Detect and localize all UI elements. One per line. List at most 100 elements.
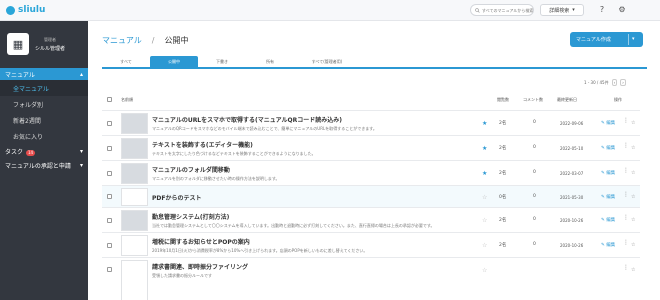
user-profile[interactable]: ▦ 管理者 シルル管理者 xyxy=(0,21,88,55)
star-outline-icon[interactable]: ☆ xyxy=(482,194,487,201)
star-outline-icon[interactable]: ☆ xyxy=(482,217,487,224)
column-views[interactable]: 閲覧数 xyxy=(497,97,509,103)
star-icon[interactable]: ★ xyxy=(482,170,487,177)
row-views: 2名 xyxy=(499,121,507,126)
row-title[interactable]: 増税に関するお知らせとPOPの案内 xyxy=(152,237,432,246)
sidebar-item-favorites[interactable]: お気に入り xyxy=(0,128,88,144)
row-checkbox[interactable] xyxy=(107,243,112,248)
more-icon[interactable]: ⋮ xyxy=(623,239,629,246)
pin-icon[interactable]: ☆ xyxy=(631,194,635,200)
row-views: 2名 xyxy=(499,146,507,151)
sidebar-item-new-2-weeks[interactable]: 新着2週間 xyxy=(0,112,88,128)
logo-icon xyxy=(6,5,15,15)
star-icon[interactable]: ★ xyxy=(482,120,487,127)
pin-icon[interactable]: ☆ xyxy=(631,267,635,273)
tab-label: 下書き xyxy=(216,58,228,64)
sidebar-item-label: お気に入り xyxy=(13,133,44,141)
edit-button[interactable]: ✎ 編集 xyxy=(601,120,615,126)
more-icon[interactable]: ⋮ xyxy=(623,117,629,124)
pin-icon[interactable]: ☆ xyxy=(631,120,635,126)
tab-all-admin[interactable]: すべて(管理者用) xyxy=(294,56,360,67)
sidebar-section-task[interactable]: タスク 14 ▾ xyxy=(0,144,88,158)
sidebar-section-approval[interactable]: マニュアルの承認と申請 ▾ xyxy=(0,158,88,172)
row-date: 2022-03-07 xyxy=(560,171,584,176)
pin-icon[interactable]: ☆ xyxy=(631,170,635,176)
prev-page-button[interactable]: ‹ xyxy=(611,79,618,86)
user-name: シルル管理者 xyxy=(35,45,66,52)
more-icon[interactable]: ⋮ xyxy=(623,191,629,198)
chevron-down-icon: ▾ xyxy=(572,7,575,13)
row-checkbox[interactable] xyxy=(107,267,112,272)
select-all-checkbox[interactable] xyxy=(107,97,112,102)
top-bar: sliulu 詳細検索 ▾ ? ⚙ xyxy=(0,0,660,21)
gear-icon[interactable]: ⚙ xyxy=(617,5,627,15)
chevron-down-icon[interactable]: ▾ xyxy=(632,36,635,42)
more-icon[interactable]: ⋮ xyxy=(623,214,629,221)
table-row[interactable]: 勤怠管理システム(打刻方法) 当社では勤怠管理システムとして〇〇システムを導入して… xyxy=(102,207,640,232)
column-name[interactable]: 名前順 xyxy=(121,97,133,103)
edit-label: 編集 xyxy=(606,171,616,176)
table-row[interactable]: 増税に関するお知らせとPOPの案内 2019年10月1日(火)から消費税率が8%か… xyxy=(102,232,640,257)
search-box[interactable] xyxy=(470,4,534,16)
row-date: 2022-05-10 xyxy=(560,146,584,151)
tab-published[interactable]: 公開中 xyxy=(150,56,198,67)
advanced-search-button[interactable]: 詳細検索 ▾ xyxy=(540,4,584,16)
tab-bar: すべて 公開中 下書き 所有 すべて(管理者用) xyxy=(102,56,647,69)
next-page-button[interactable]: › xyxy=(620,79,626,86)
sidebar-item-all-manuals[interactable]: 全マニュアル xyxy=(0,80,88,96)
column-comments[interactable]: コメント数 xyxy=(523,97,543,103)
chevron-down-icon: ▾ xyxy=(79,161,83,169)
breadcrumb-root[interactable]: マニュアル xyxy=(102,35,142,46)
row-checkbox[interactable] xyxy=(107,171,112,176)
pin-icon[interactable]: ☆ xyxy=(631,242,635,248)
edit-button[interactable]: ✎ 編集 xyxy=(601,145,615,151)
row-checkbox[interactable] xyxy=(107,218,112,223)
sidebar-item-by-folder[interactable]: フォルダ別 xyxy=(0,96,88,112)
row-title[interactable]: テキストを装飾する(エディター機能) xyxy=(152,140,432,149)
star-outline-icon[interactable]: ☆ xyxy=(482,242,487,249)
help-icon[interactable]: ? xyxy=(597,5,607,15)
row-comments: 0 xyxy=(533,145,536,150)
create-manual-button[interactable]: マニュアル作成 ▾ xyxy=(570,32,643,47)
more-icon[interactable]: ⋮ xyxy=(623,167,629,174)
table-row[interactable]: マニュアルのフォルダ間移動 マニュアルを別のフォルダに移動させたい時の操作方法を説… xyxy=(102,160,640,185)
tab-owned[interactable]: 所有 xyxy=(246,56,294,67)
sidebar-section-manual[interactable]: マニュアル ▴ xyxy=(0,68,88,80)
row-checkbox[interactable] xyxy=(107,194,112,199)
tab-drafts[interactable]: 下書き xyxy=(198,56,246,67)
sidebar-section-manual-label: マニュアル xyxy=(5,71,35,79)
button-divider xyxy=(628,34,629,45)
row-checkbox[interactable] xyxy=(107,121,112,126)
row-checkbox[interactable] xyxy=(107,146,112,151)
column-updated[interactable]: 最終更新日 xyxy=(557,97,577,103)
row-comments: 0 xyxy=(533,242,536,247)
edit-button[interactable]: ✎ 編集 xyxy=(601,170,615,176)
tab-all[interactable]: すべて xyxy=(102,56,150,67)
more-icon[interactable]: ⋮ xyxy=(623,142,629,149)
row-title[interactable]: 勤怠管理システム(打刻方法) xyxy=(152,212,432,221)
search-input[interactable] xyxy=(481,7,533,13)
pin-icon[interactable]: ☆ xyxy=(631,145,635,151)
row-title[interactable]: PDFからのテスト xyxy=(152,193,432,202)
row-desc: 受領した請求書の振分ルールです xyxy=(152,273,212,278)
chevron-down-icon: ▾ xyxy=(79,147,83,155)
table-row[interactable]: テキストを装飾する(エディター機能) テキストを太字にしたり色づけるなどテキストを… xyxy=(102,135,640,160)
star-outline-icon[interactable]: ☆ xyxy=(482,267,487,274)
row-title[interactable]: 請求書関連、即時振分ファイリング xyxy=(152,262,432,271)
pin-icon[interactable]: ☆ xyxy=(631,217,635,223)
tab-label: 公開中 xyxy=(168,58,180,64)
more-icon[interactable]: ⋮ xyxy=(623,264,629,271)
app-logo[interactable]: sliulu xyxy=(6,5,45,15)
row-title[interactable]: マニュアルのフォルダ間移動 xyxy=(152,165,432,174)
star-icon[interactable]: ★ xyxy=(482,145,487,152)
edit-button[interactable]: ✎ 編集 xyxy=(601,242,615,248)
edit-button[interactable]: ✎ 編集 xyxy=(601,194,615,200)
edit-label: 編集 xyxy=(606,121,616,126)
table-row[interactable]: マニュアルのURLをスマホで取得する(マニュアルQRコード読み込み) マニュアルの… xyxy=(102,110,640,135)
row-title[interactable]: マニュアルのURLをスマホで取得する(マニュアルQRコード読み込み) xyxy=(152,115,432,124)
row-views: 2名 xyxy=(499,171,507,176)
table-row[interactable]: 請求書関連、即時振分ファイリング受領した請求書の振分ルールです ☆ ⋮ ☆ xyxy=(102,257,640,300)
table-row[interactable]: PDFからのテスト ☆ 0名 0 2021-05-30 ✎ 編集 ⋮ ☆ xyxy=(102,185,640,207)
row-views: 2名 xyxy=(499,243,507,248)
edit-button[interactable]: ✎ 編集 xyxy=(601,217,615,223)
